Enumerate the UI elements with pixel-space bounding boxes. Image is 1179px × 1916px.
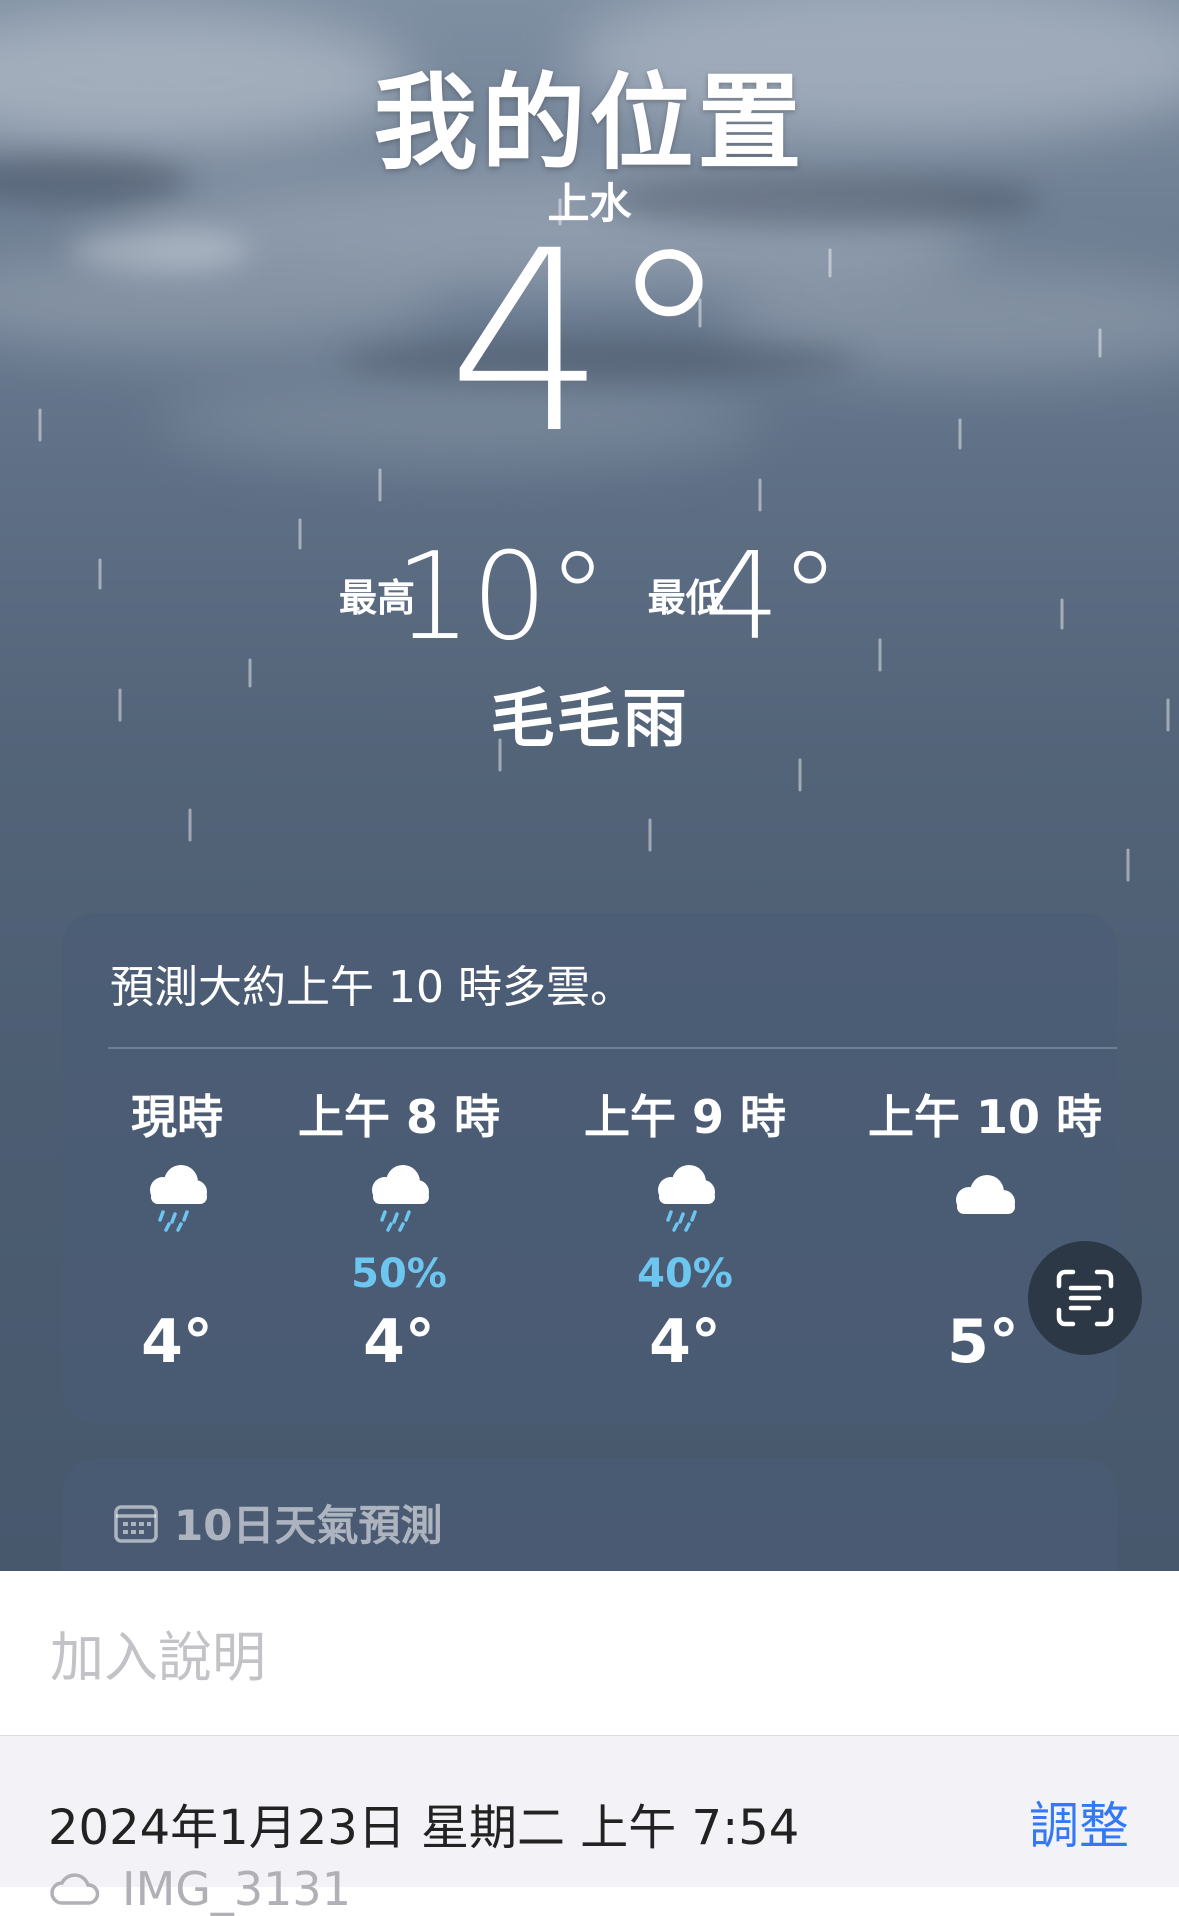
photo-filename: IMG_3131 xyxy=(122,1862,351,1916)
photo-info-panel: 2024年1月23日 星期二 上午 7:54 調整 IMG_3131 xyxy=(0,1735,1179,1916)
hour-item: 上午 9 時 40% 4° xyxy=(570,1081,800,1377)
current-temperature: 4° xyxy=(447,197,732,488)
divider xyxy=(108,1047,1117,1049)
cloud-icon xyxy=(868,1141,1098,1251)
forecast-summary: 預測大約上午 10 時多雲。 xyxy=(110,962,634,1013)
weather-condition: 毛毛雨 xyxy=(490,683,689,757)
cloud-drizzle-icon xyxy=(570,1141,800,1251)
ten-day-forecast-header: 10日天氣預測 xyxy=(114,1492,442,1553)
high-low-row: 最高10° 最低4° xyxy=(0,528,1179,667)
text-scan-icon xyxy=(1056,1269,1114,1327)
cloud-icon xyxy=(50,1873,100,1905)
high-label: 最高 xyxy=(338,575,415,620)
hour-temperature: 4° xyxy=(141,1307,213,1377)
hour-item: 現時 4° xyxy=(62,1081,292,1377)
hour-label: 上午 9 時 xyxy=(583,1090,787,1144)
adjust-button[interactable]: 調整 xyxy=(1029,1786,1129,1858)
ten-day-forecast-card[interactable]: 10日天氣預測 xyxy=(62,1458,1117,1571)
live-text-scan-button[interactable] xyxy=(1028,1241,1142,1355)
file-info-row: IMG_3131 xyxy=(48,1862,351,1916)
hour-temperature: 4° xyxy=(649,1307,721,1377)
calendar-icon xyxy=(114,1504,158,1543)
low-temperature: 4° xyxy=(703,528,841,667)
hour-label: 上午 10 時 xyxy=(868,1090,1103,1144)
hourly-forecast-card[interactable]: 預測大約上午 10 時多雲。 現時 4° 上午 8 時 50% 4° 上午 9 … xyxy=(62,913,1117,1423)
precipitation-chance: 50% xyxy=(351,1251,447,1297)
precipitation-chance: 40% xyxy=(637,1251,733,1297)
caption-input[interactable] xyxy=(48,1625,952,1690)
hour-temperature: 4° xyxy=(363,1307,435,1377)
cloud-drizzle-icon xyxy=(62,1141,292,1251)
photo-datetime: 2024年1月23日 星期二 上午 7:54 xyxy=(48,1800,800,1856)
precipitation-chance xyxy=(62,1251,292,1301)
cloud-drizzle-icon xyxy=(284,1141,514,1251)
caption-panel xyxy=(0,1571,1179,1735)
weather-screen: 我的位置 上水 4° 最高10° 最低4° 毛毛雨 預測大約上午 10 時多雲。 … xyxy=(0,0,1179,1571)
location-title: 我的位置 xyxy=(373,62,806,184)
hour-label: 上午 8 時 xyxy=(297,1090,501,1144)
high-temperature: 10° xyxy=(394,528,608,667)
ten-day-forecast-title: 10日天氣預測 xyxy=(174,1501,443,1550)
hour-item: 上午 8 時 50% 4° xyxy=(284,1081,514,1377)
hour-label: 現時 xyxy=(131,1090,223,1144)
low-label: 最低 xyxy=(647,575,724,620)
